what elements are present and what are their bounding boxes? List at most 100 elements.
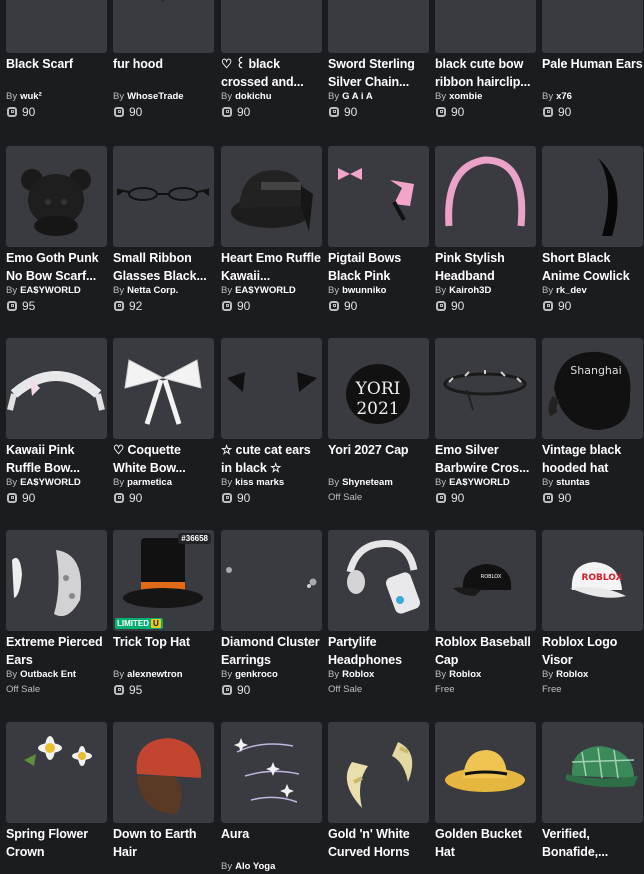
item-card-aura[interactable]: Aura By Alo Yoga: [221, 722, 322, 874]
creator-link[interactable]: EA$YWORLD: [235, 285, 296, 296]
item-card-sword-chain[interactable]: Sword Sterling Silver Chain... By G A i A9…: [328, 0, 429, 119]
item-thumbnail[interactable]: [328, 146, 429, 247]
creator-link[interactable]: stuntas: [556, 477, 590, 488]
creator-link[interactable]: Outback Ent: [20, 669, 76, 680]
item-thumbnail[interactable]: [113, 0, 214, 53]
item-thumbnail[interactable]: ROBLOX: [435, 530, 536, 631]
item-title[interactable]: Golden Bucket Hat: [435, 826, 536, 861]
item-card-pink-headband[interactable]: Pink Stylish Headband By Kairoh3D 90: [435, 146, 536, 313]
item-card-trick-top-hat[interactable]: #36658 LIMITED U Trick Top Hat By alexnewtron…: [113, 530, 214, 697]
item-card-roblox-visor[interactable]: ROBLOX Roblox Logo Visor By Roblox Free: [542, 530, 643, 697]
item-thumbnail[interactable]: [435, 722, 536, 823]
item-title[interactable]: Extreme Pierced Ears: [6, 634, 107, 669]
item-card-partylife[interactable]: Partylife Headphones By Roblox Off Sale: [328, 530, 429, 697]
item-card-down-to-earth[interactable]: Down to Earth Hair: [113, 722, 214, 861]
item-title[interactable]: Verified, Bonafide,...: [542, 826, 643, 861]
item-thumbnail[interactable]: [221, 338, 322, 439]
item-card-yori-cap[interactable]: YORI 2021 Yori 2027 Cap By Shyneteam Off Sale: [328, 338, 429, 505]
item-card-vintage-hood[interactable]: Shanghai Vintage black hooded hat By stunta…: [542, 338, 643, 505]
item-thumbnail[interactable]: [6, 338, 107, 439]
item-title[interactable]: Sword Sterling Silver Chain...: [328, 56, 429, 91]
creator-link[interactable]: alexnewtron: [127, 669, 182, 680]
creator-link[interactable]: genkroco: [235, 669, 278, 680]
item-title[interactable]: Kawaii Pink Ruffle Bow...: [6, 442, 107, 477]
item-thumbnail[interactable]: [328, 530, 429, 631]
item-card-barbwire[interactable]: Emo Silver Barbwire Cros... By EA$YWORLD 90: [435, 338, 536, 505]
item-title[interactable]: Vintage black hooded hat: [542, 442, 643, 477]
item-title[interactable]: Partylife Headphones: [328, 634, 429, 669]
item-title[interactable]: ☆ cute cat ears in black ☆: [221, 442, 322, 477]
item-title[interactable]: Heart Emo Ruffle Kawaii...: [221, 250, 322, 285]
item-title[interactable]: Trick Top Hat: [113, 634, 214, 669]
item-title[interactable]: Pale Human Ears: [542, 56, 643, 91]
item-title[interactable]: Diamond Cluster Earrings: [221, 634, 322, 669]
creator-link[interactable]: wuk²: [20, 91, 42, 102]
item-card-heart-emo[interactable]: Heart Emo Ruffle Kawaii... By EA$YWORLD 90: [221, 146, 322, 313]
creator-link[interactable]: Netta Corp.: [127, 285, 178, 296]
creator-link[interactable]: kiss marks: [235, 477, 284, 488]
item-title[interactable]: ♡ Coquette White Bow...: [113, 442, 214, 477]
item-title[interactable]: Black Scarf: [6, 56, 107, 91]
creator-link[interactable]: xombie: [449, 91, 482, 102]
creator-link[interactable]: EA$YWORLD: [20, 477, 81, 488]
item-card-gold-horns[interactable]: Gold 'n' White Curved Horns: [328, 722, 429, 861]
creator-link[interactable]: EA$YWORLD: [20, 285, 81, 296]
item-thumbnail[interactable]: [221, 722, 322, 823]
item-thumbnail[interactable]: [113, 722, 214, 823]
item-thumbnail[interactable]: #36658 LIMITED U: [113, 530, 214, 631]
item-thumbnail[interactable]: [221, 146, 322, 247]
item-card-black-crossed[interactable]: ♡ ꒰ black crossed and... By dokichu 90: [221, 0, 322, 119]
creator-link[interactable]: EA$YWORLD: [449, 477, 510, 488]
creator-link[interactable]: parmetica: [127, 477, 172, 488]
item-card-fur-hood[interactable]: fur hood By WhoseTrade 90: [113, 0, 214, 119]
item-card-pale-ears[interactable]: Pale Human Ears By x76 90: [542, 0, 643, 119]
item-title[interactable]: Emo Silver Barbwire Cros...: [435, 442, 536, 477]
item-card-pigtail-bows[interactable]: Pigtail Bows Black Pink By bwunniko 90: [328, 146, 429, 313]
item-card-roblox-baseball[interactable]: ROBLOX Roblox Baseball Cap By Roblox Free: [435, 530, 536, 697]
item-title[interactable]: Pigtail Bows Black Pink: [328, 250, 429, 285]
item-thumbnail[interactable]: ROBLOX: [542, 530, 643, 631]
creator-link[interactable]: rk_dev: [556, 285, 587, 296]
item-card-ribbon-glasses[interactable]: Small Ribbon Glasses Black... By Netta Cor…: [113, 146, 214, 313]
item-title[interactable]: Roblox Logo Visor: [542, 634, 643, 669]
item-title[interactable]: Roblox Baseball Cap: [435, 634, 536, 669]
creator-link[interactable]: dokichu: [235, 91, 271, 102]
item-card-spring-crown[interactable]: Spring Flower Crown: [6, 722, 107, 861]
creator-link[interactable]: Roblox: [556, 669, 588, 680]
item-title[interactable]: Pink Stylish Headband: [435, 250, 536, 285]
creator-link[interactable]: Alo Yoga: [235, 861, 275, 872]
item-title[interactable]: ♡ ꒰ black crossed and...: [221, 56, 322, 91]
item-title[interactable]: Down to Earth Hair: [113, 826, 214, 861]
item-thumbnail[interactable]: Shanghai: [542, 338, 643, 439]
item-card-emo-goth-punk[interactable]: Emo Goth Punk No Bow Scarf... By EA$YWORLD…: [6, 146, 107, 313]
creator-link[interactable]: bwunniko: [342, 285, 386, 296]
item-title[interactable]: Aura: [221, 826, 322, 861]
item-title[interactable]: Spring Flower Crown: [6, 826, 107, 861]
item-thumbnail[interactable]: [435, 0, 536, 53]
item-thumbnail[interactable]: [328, 0, 429, 53]
item-title[interactable]: fur hood: [113, 56, 214, 91]
item-thumbnail[interactable]: [113, 338, 214, 439]
item-thumbnail[interactable]: [542, 722, 643, 823]
item-card-pierced-ears[interactable]: Extreme Pierced Ears By Outback Ent Off Sal…: [6, 530, 107, 697]
creator-link[interactable]: WhoseTrade: [127, 91, 184, 102]
item-card-cowlick[interactable]: Short Black Anime Cowlick By rk_dev 90: [542, 146, 643, 313]
item-thumbnail[interactable]: [6, 530, 107, 631]
item-thumbnail[interactable]: [113, 146, 214, 247]
item-title[interactable]: Emo Goth Punk No Bow Scarf...: [6, 250, 107, 285]
item-card-black-scarf[interactable]: Black Scarf By wuk² 90: [6, 0, 107, 119]
item-thumbnail[interactable]: [328, 722, 429, 823]
item-thumbnail[interactable]: [6, 722, 107, 823]
item-card-diamond-earrings[interactable]: Diamond Cluster Earrings By genkroco 90: [221, 530, 322, 697]
item-thumbnail[interactable]: [542, 0, 643, 53]
item-card-kawaii-ruffle[interactable]: Kawaii Pink Ruffle Bow... By EA$YWORLD 90: [6, 338, 107, 505]
item-title[interactable]: Small Ribbon Glasses Black...: [113, 250, 214, 285]
item-thumbnail[interactable]: [542, 146, 643, 247]
item-thumbnail[interactable]: [6, 146, 107, 247]
item-thumbnail[interactable]: [435, 146, 536, 247]
creator-link[interactable]: Shyneteam: [342, 477, 393, 488]
creator-link[interactable]: x76: [556, 91, 572, 102]
item-thumbnail[interactable]: [6, 0, 107, 53]
item-card-verified-bonafide[interactable]: Verified, Bonafide,...: [542, 722, 643, 861]
item-title[interactable]: Yori 2027 Cap: [328, 442, 429, 477]
